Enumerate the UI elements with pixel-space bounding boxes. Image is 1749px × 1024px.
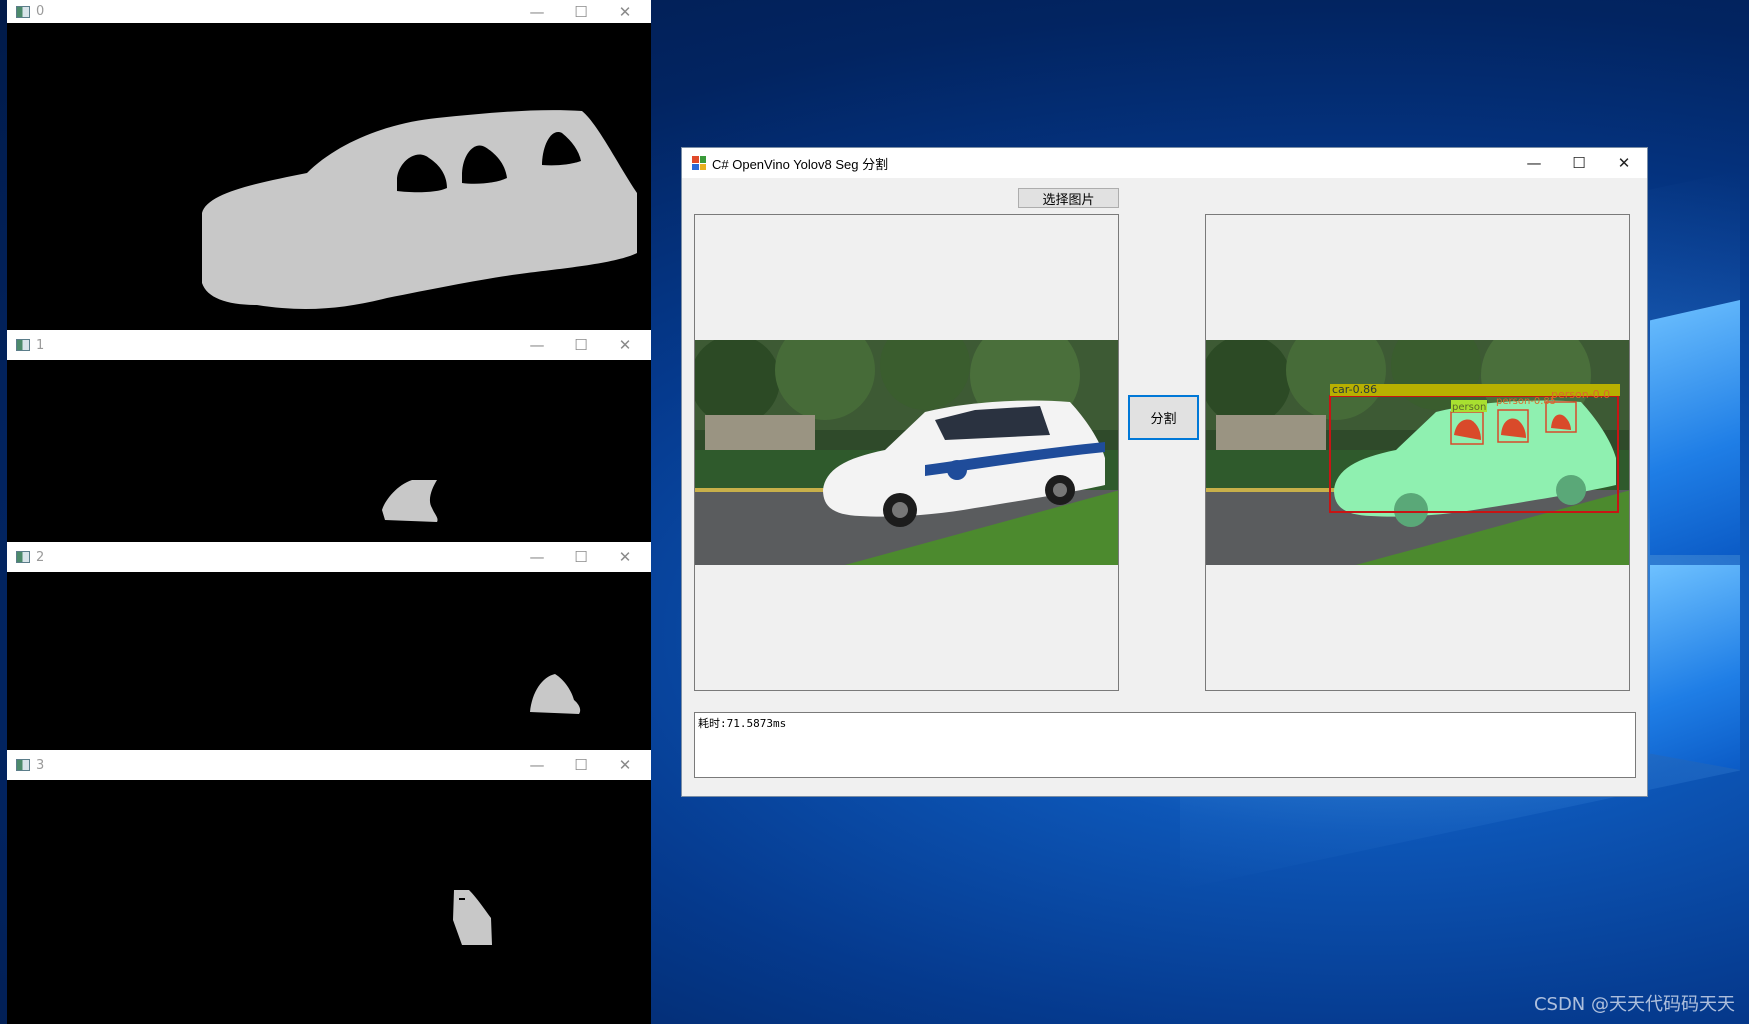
watermark-text: CSDN @天天代码码天天 [1533,994,1735,1015]
cv-window-1: 1 — ☐ ✕ [7,330,651,542]
cv-window-titlebar[interactable]: 0 — ☐ ✕ [7,0,651,23]
result-image-box: car-0.86 person-0.0 person person-0.85 [1205,214,1630,691]
person-mask-shape-1 [382,480,438,522]
mask-image-0 [7,23,651,330]
person-mask-shape-3 [453,890,492,945]
cv-window-titlebar[interactable]: 1 — ☐ ✕ [7,330,651,360]
app-icon [692,156,706,170]
maximize-icon[interactable]: ☐ [559,330,603,360]
minimize-icon[interactable]: — [515,750,559,780]
maximize-icon[interactable]: ☐ [559,0,603,23]
source-photo [695,340,1118,565]
app-icon [16,5,30,18]
detection-label-person: person [1452,402,1486,413]
close-icon[interactable]: ✕ [603,330,647,360]
segmentation-result: car-0.86 person-0.0 person person-0.85 [1206,340,1629,565]
car-photo [695,340,1118,565]
cv-window-title: 2 [36,549,45,565]
source-image-box [694,214,1119,691]
maximize-icon[interactable]: ☐ [559,542,603,572]
close-icon[interactable]: ✕ [603,0,647,23]
maximize-icon[interactable]: ☐ [1556,148,1602,178]
detection-label-car: car-0.86 [1332,383,1377,396]
select-image-button[interactable]: 选择图片 [1018,188,1119,208]
person-mask-shape-2 [530,674,581,714]
log-textbox[interactable]: 耗时:71.5873ms [694,712,1636,778]
main-window-title: C# OpenVino Yolov8 Seg 分割 [712,156,889,172]
minimize-icon[interactable]: — [1511,148,1557,178]
app-icon [16,339,30,351]
car-mask-shape [202,110,637,309]
minimize-icon[interactable]: — [515,330,559,360]
cv-window-2: 2 — ☐ ✕ [7,542,651,750]
cv-window-title: 3 [36,757,45,773]
detection-label-person: person-0.0 [1551,388,1610,401]
mask-image-2 [7,572,651,750]
desktop-windows-logo-pane-top [1650,300,1740,555]
mask-image-3 [7,780,651,1024]
minimize-icon[interactable]: — [515,542,559,572]
close-icon[interactable]: ✕ [1601,148,1647,178]
detection-label-person: person-0.85 [1496,396,1556,407]
close-icon[interactable]: ✕ [603,750,647,780]
cv-window-title: 0 [36,4,45,19]
cv-window-titlebar[interactable]: 3 — ☐ ✕ [7,750,651,780]
desktop-windows-logo-pane-bottom [1650,565,1740,770]
app-icon [16,551,30,563]
cv-window-0: 0 — ☐ ✕ [7,0,651,330]
close-icon[interactable]: ✕ [603,542,647,572]
main-window: C# OpenVino Yolov8 Seg 分割 — ☐ ✕ 选择图片 分割 … [681,147,1648,797]
segment-button[interactable]: 分割 [1128,395,1199,440]
app-icon [16,759,30,771]
mask-image-1 [7,360,651,542]
cv-window-titlebar[interactable]: 2 — ☐ ✕ [7,542,651,572]
minimize-icon[interactable]: — [515,0,559,23]
result-photo: car-0.86 person-0.0 person person-0.85 [1206,340,1629,565]
maximize-icon[interactable]: ☐ [559,750,603,780]
cv-window-3: 3 — ☐ ✕ [7,750,651,1024]
main-window-titlebar[interactable]: C# OpenVino Yolov8 Seg 分割 — ☐ ✕ [682,148,1647,178]
cv-window-title: 1 [36,337,45,353]
